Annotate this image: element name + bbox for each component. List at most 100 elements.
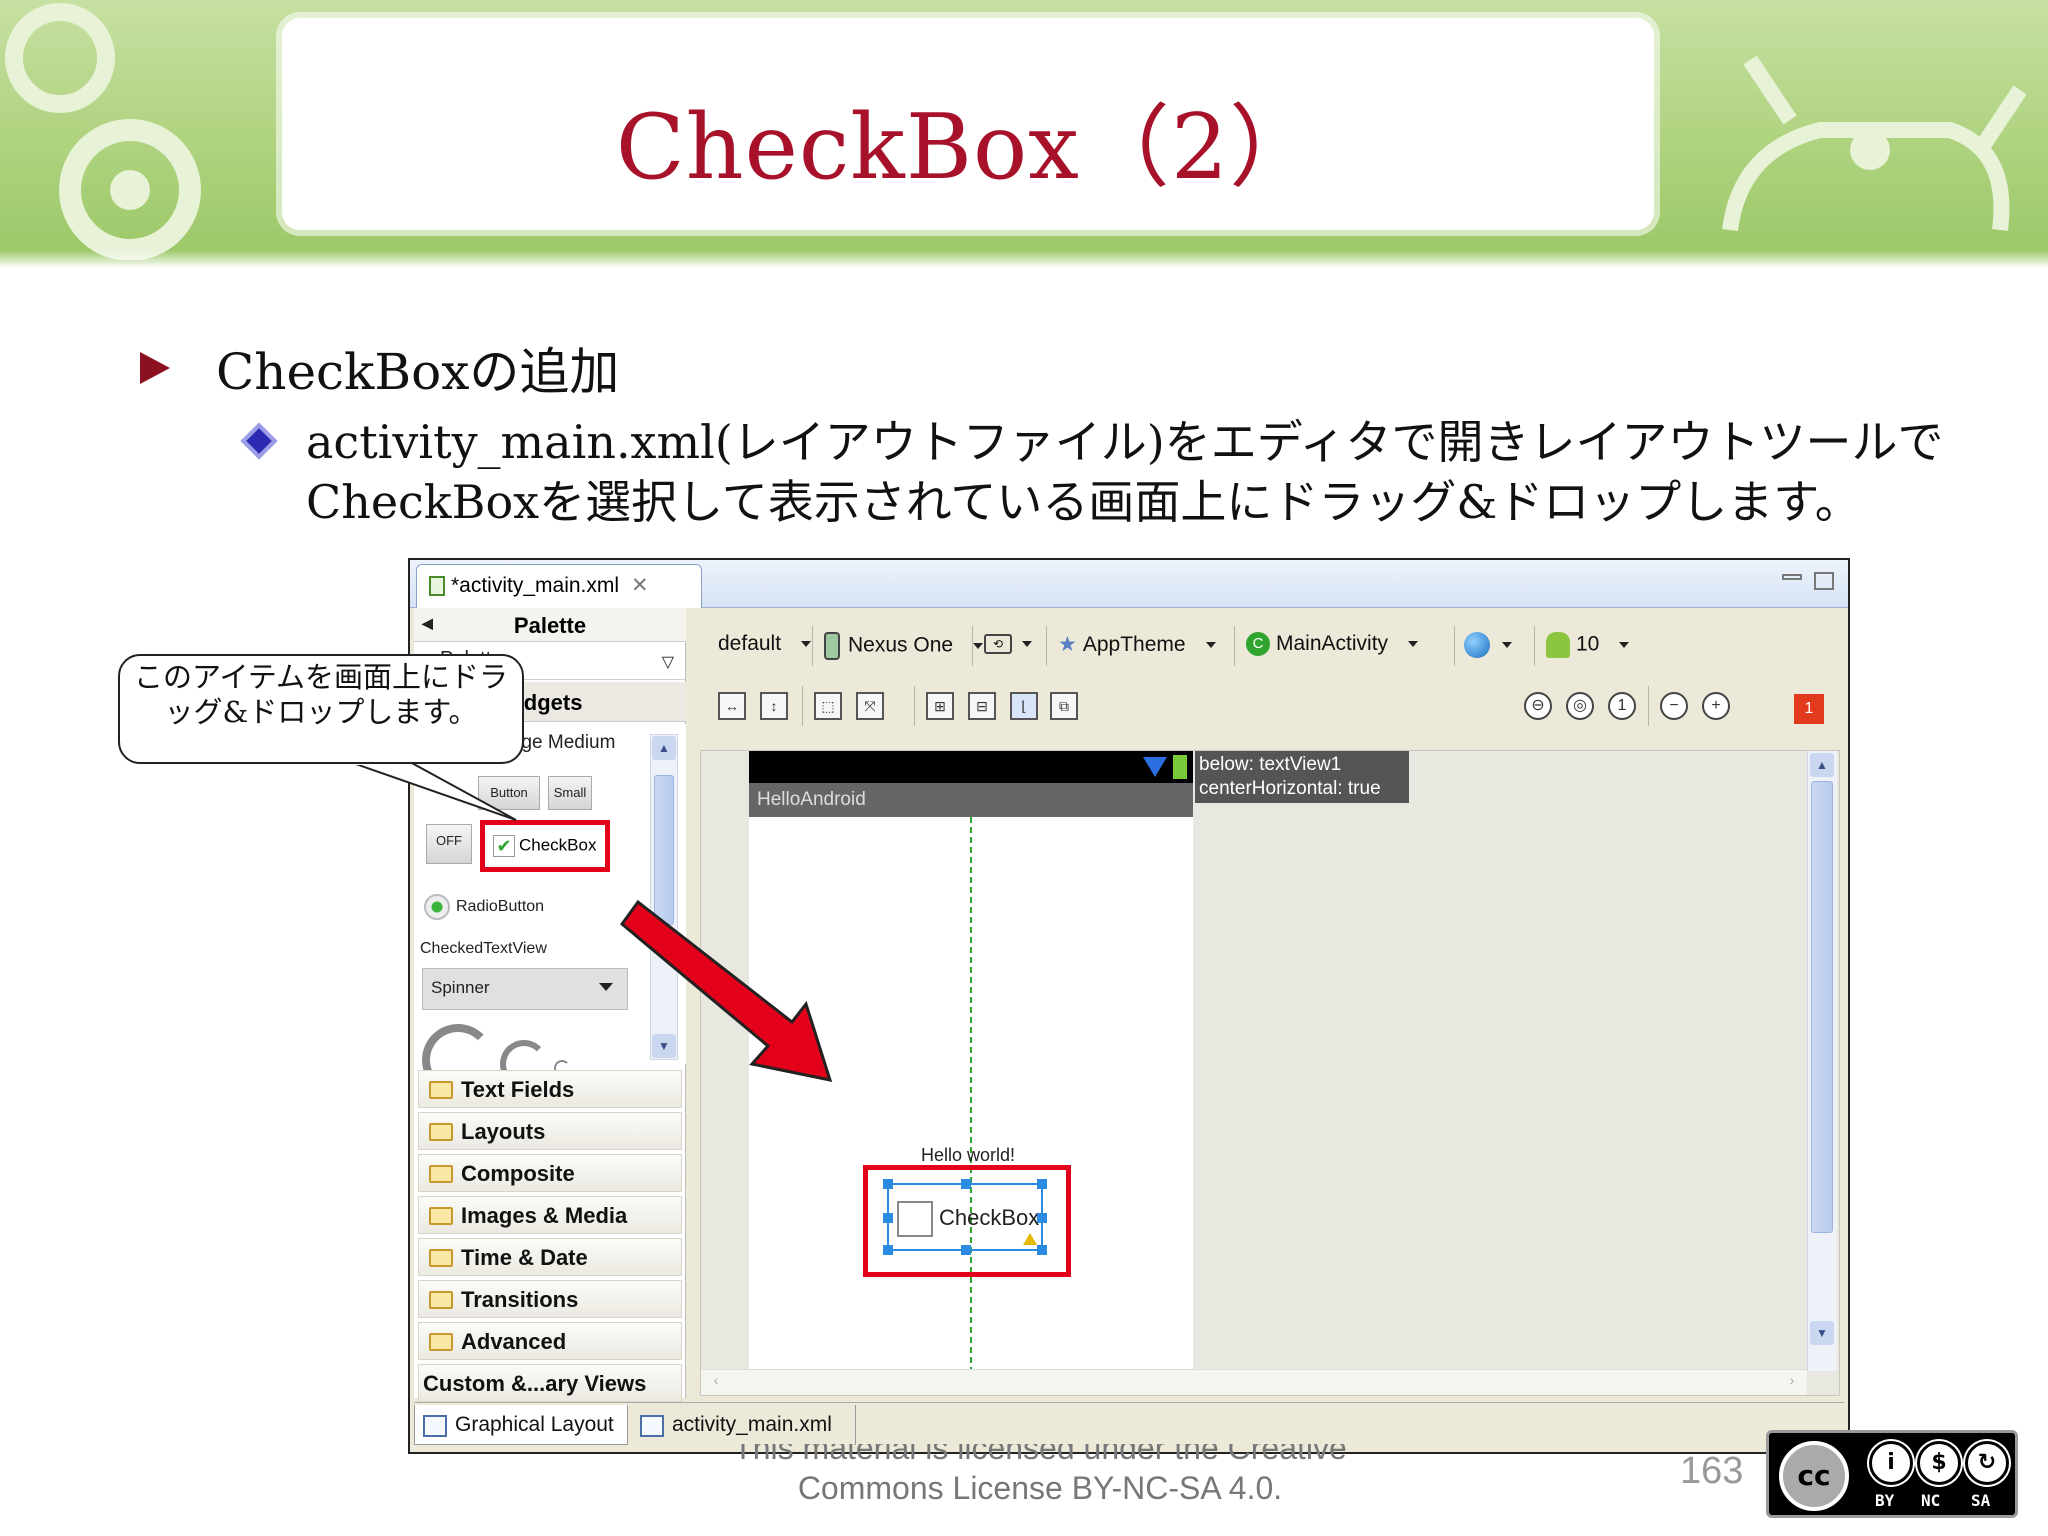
palette-header: ◀ Palette <box>414 608 686 642</box>
toolbar-separator <box>914 686 915 726</box>
collapse-left-icon[interactable]: ◀ <box>422 615 433 632</box>
banner-fade <box>0 250 2048 268</box>
header-banner: CheckBox（2） <box>0 0 2048 268</box>
checkbox-widget[interactable]: ✔ CheckBox <box>480 820 610 872</box>
gear-decoration-icon <box>5 3 201 260</box>
gravity-icon[interactable]: ⤧ <box>856 692 884 720</box>
scroll-up-icon[interactable]: ▲ <box>1810 753 1834 777</box>
tooltip-line: below: textView1 <box>1199 754 1342 775</box>
minimize-icon[interactable] <box>1782 574 1802 580</box>
editor-tabbar: *activity_main.xml ✕ <box>410 560 1848 608</box>
resize-handle[interactable] <box>883 1179 893 1189</box>
signal-icon <box>1143 757 1167 777</box>
device-dropdown[interactable]: Nexus One <box>824 632 984 660</box>
fill-height-icon[interactable]: ↕ <box>760 692 788 720</box>
cc-label-by: BY <box>1875 1491 1895 1510</box>
bullet-level1-text: CheckBoxの追加 <box>216 343 620 401</box>
zoom-real-size-icon[interactable]: ◎ <box>1566 692 1594 720</box>
scroll-up-icon[interactable]: ▲ <box>652 736 676 760</box>
hello-textview[interactable]: Hello world! <box>921 1145 1015 1166</box>
scroll-right-icon[interactable]: › <box>1781 1372 1803 1394</box>
orientation-dropdown[interactable]: ⟲ <box>984 632 1032 656</box>
center-guide-line <box>970 817 972 1373</box>
dropdown-arrow-icon <box>801 641 812 648</box>
config-dropdown[interactable]: default <box>718 632 812 656</box>
close-tab-icon[interactable]: ✕ <box>631 574 649 597</box>
resize-handle[interactable] <box>883 1245 893 1255</box>
zoom-100-icon[interactable]: 1 <box>1608 692 1636 720</box>
zoom-in-icon[interactable]: + <box>1702 692 1730 720</box>
dropdown-arrow-icon <box>1619 642 1630 648</box>
align-vertical-icon[interactable]: ⊟ <box>968 692 996 720</box>
warning-icon[interactable] <box>1023 1233 1037 1245</box>
app-title-bar: HelloAndroid <box>749 783 1193 817</box>
locale-dropdown[interactable] <box>1464 632 1512 658</box>
resize-handle[interactable] <box>1037 1213 1047 1223</box>
clear-constraints-icon[interactable]: ⧉ <box>1050 692 1078 720</box>
checkedtextview-widget[interactable]: CheckedTextView <box>420 940 547 958</box>
resize-handle[interactable] <box>961 1179 971 1189</box>
spinner-widget[interactable]: Spinner <box>422 968 628 1010</box>
zoom-out-icon[interactable]: − <box>1660 692 1688 720</box>
folder-icon <box>429 1165 453 1183</box>
canvas-vertical-scrollbar[interactable]: ▲ ▼ <box>1807 751 1837 1371</box>
error-count-badge[interactable]: 1 <box>1794 694 1824 724</box>
resize-handle[interactable] <box>961 1245 971 1255</box>
zoom-fit-icon[interactable]: ⊖ <box>1524 692 1552 720</box>
category-images-media[interactable]: Images & Media <box>418 1196 682 1234</box>
align-horizontal-icon[interactable]: ⊞ <box>926 692 954 720</box>
category-composite[interactable]: Composite <box>418 1154 682 1192</box>
margins-icon[interactable]: ⬚ <box>814 692 842 720</box>
folder-icon <box>429 1207 453 1225</box>
device-icon <box>824 632 840 660</box>
layout-hint-tooltip: below: textView1 centerHorizontal: true <box>1195 751 1409 803</box>
category-label: Transitions <box>461 1287 579 1312</box>
resize-handle[interactable] <box>1037 1245 1047 1255</box>
callout-pointer <box>350 762 517 821</box>
category-advanced[interactable]: Advanced <box>418 1322 682 1360</box>
toggle-button-widget[interactable]: OFF <box>426 824 472 864</box>
dropdown-arrow-icon <box>1502 642 1512 648</box>
folder-icon <box>429 1123 453 1141</box>
category-label: Custom &...ary Views <box>423 1371 647 1396</box>
theme-dropdown[interactable]: ★ AppTheme <box>1058 632 1216 657</box>
license-line: This material is licensed under the Crea… <box>733 1430 1347 1466</box>
instruction-callout: このアイテムを画面上にドラッグ&ドロップします。 <box>118 654 524 764</box>
device-status-bar <box>749 751 1193 783</box>
maximize-icon[interactable] <box>1814 572 1834 590</box>
api-level-dropdown[interactable]: 10 <box>1546 632 1630 658</box>
cc-label-sa: SA <box>1971 1491 1991 1510</box>
scroll-left-icon[interactable]: ‹ <box>705 1372 727 1394</box>
category-custom-views[interactable]: Custom &...ary Views <box>418 1364 682 1402</box>
activity-dropdown[interactable]: C MainActivity <box>1246 632 1419 657</box>
category-label: Text Fields <box>461 1077 575 1102</box>
scroll-down-icon[interactable]: ▼ <box>1810 1321 1834 1345</box>
api-level-label: 10 <box>1576 632 1600 656</box>
page-number: 163 <box>1680 1450 1744 1492</box>
snap-to-grid-icon[interactable]: ⌊ <box>1010 692 1038 720</box>
category-layouts[interactable]: Layouts <box>418 1112 682 1150</box>
small-button-widget[interactable]: Small <box>548 776 592 810</box>
editor-tab[interactable]: *activity_main.xml ✕ <box>416 564 702 608</box>
radiobutton-label: RadioButton <box>456 898 545 916</box>
resize-handle[interactable] <box>883 1213 893 1223</box>
layout-canvas[interactable]: HelloAndroid Hello world! CheckBox below… <box>700 750 1840 1396</box>
toolbar-separator <box>1454 626 1455 666</box>
scroll-thumb[interactable] <box>1811 781 1833 1233</box>
category-transitions[interactable]: Transitions <box>418 1280 682 1318</box>
category-time-date[interactable]: Time & Date <box>418 1238 682 1276</box>
license-text: This material is licensed under the Crea… <box>720 1428 1360 1508</box>
canvas-horizontal-scrollbar[interactable]: ‹ › <box>701 1369 1807 1395</box>
resize-handle[interactable] <box>1037 1179 1047 1189</box>
config-toolbar: default Nexus One ⟲ ★ AppTheme C MainActiv… <box>700 618 1840 674</box>
rotate-icon: ⟲ <box>984 634 1012 655</box>
fill-width-icon[interactable]: ↔ <box>718 692 746 720</box>
radiobutton-widget[interactable]: RadioButton <box>424 894 544 920</box>
dropped-checkbox[interactable]: CheckBox <box>883 1179 1047 1255</box>
toolbar-separator <box>972 626 973 666</box>
arrow-bullet-icon <box>140 352 170 384</box>
xml-file-icon <box>640 1415 664 1437</box>
activity-label: MainActivity <box>1276 632 1389 655</box>
layout-icon <box>423 1415 447 1437</box>
tab-graphical-layout[interactable]: Graphical Layout <box>414 1405 628 1445</box>
